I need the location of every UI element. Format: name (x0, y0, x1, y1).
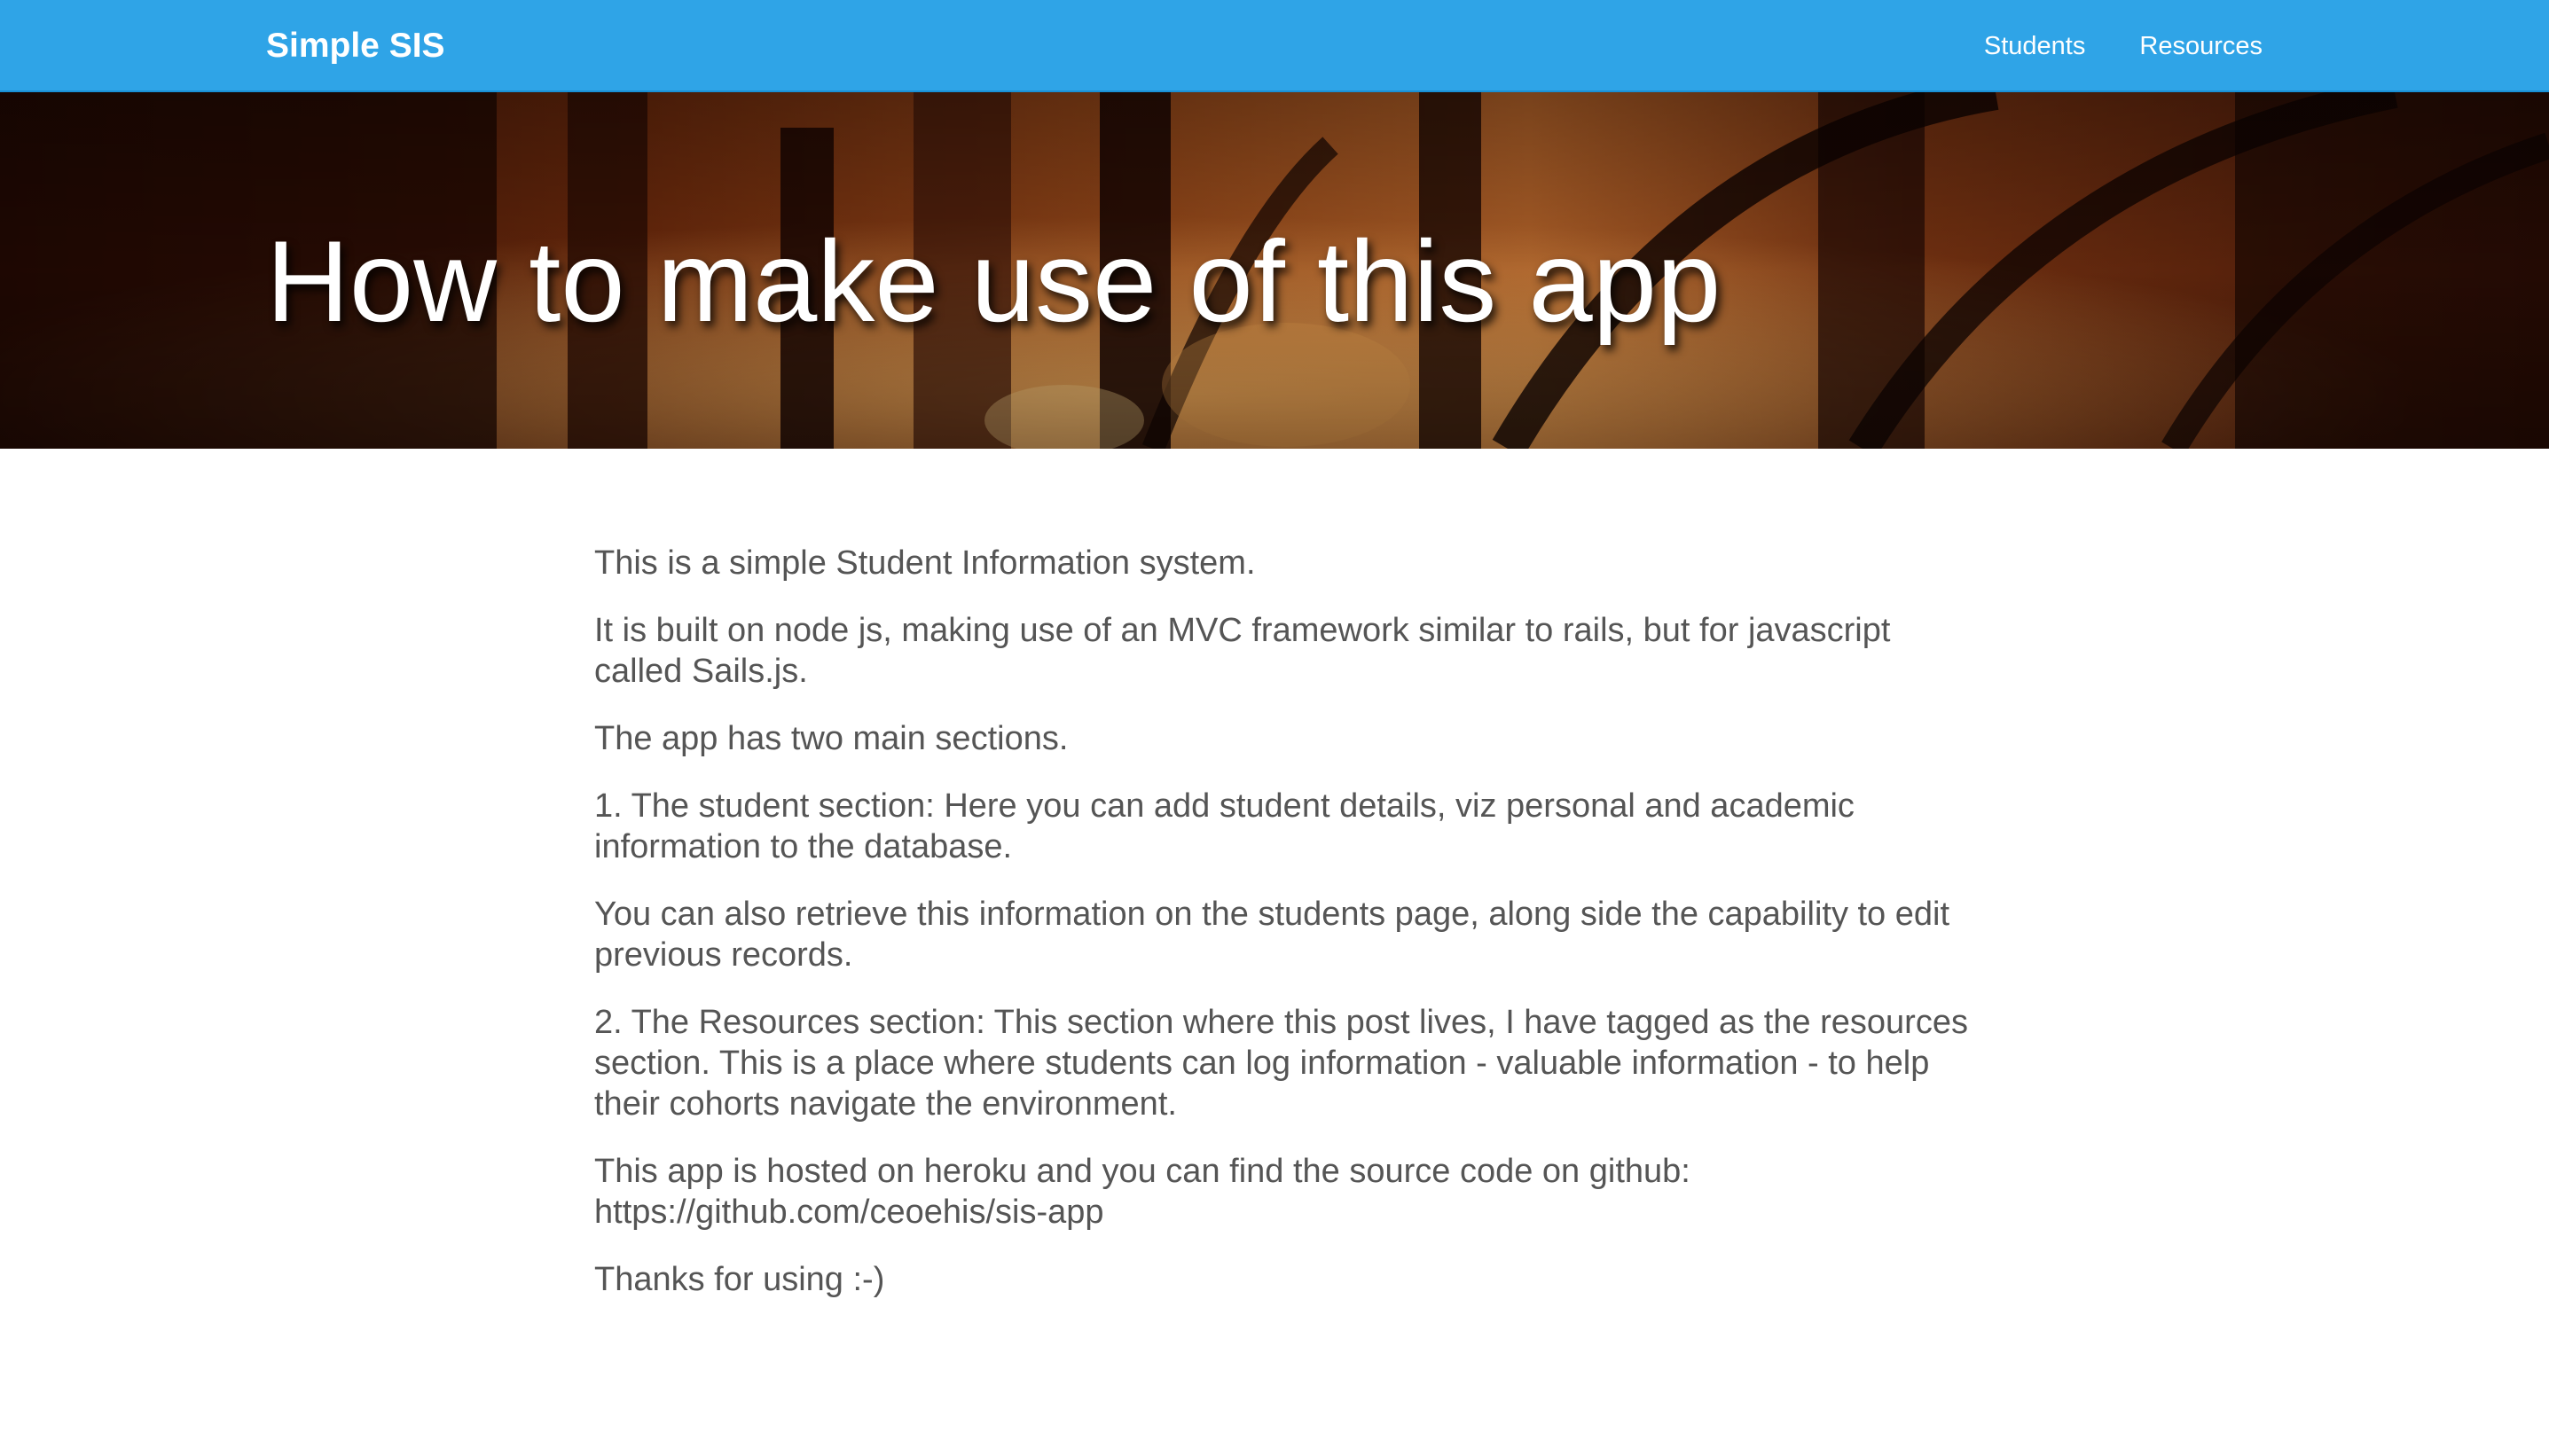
paragraph-resources-section: 2. The Resources section: This section w… (594, 1004, 1968, 1123)
paragraph-intro: This is a simple Student Information sys… (594, 544, 1256, 582)
paragraph-student-section: 1. The student section: Here you can add… (594, 787, 1855, 865)
paragraph-retrieve: You can also retrieve this information o… (594, 896, 1950, 974)
page-title: How to make use of this app (266, 216, 1722, 346)
nav-link-resources[interactable]: Resources (2139, 30, 2263, 62)
paragraph-thanks: Thanks for using :-) (594, 1261, 885, 1298)
article-content: This is a simple Student Information sys… (594, 543, 1978, 1327)
paragraph-sections: The app has two main sections. (594, 720, 1069, 757)
nav-link-students[interactable]: Students (1984, 30, 2085, 62)
brand-link[interactable]: Simple SIS (266, 27, 445, 66)
paragraph-framework: It is built on node js, making use of an… (594, 612, 1891, 690)
top-navbar: Simple SIS Students Resources (0, 0, 2549, 92)
nav-links: Students Resources (1984, 30, 2263, 62)
paragraph-hosting: This app is hosted on heroku and you can… (594, 1153, 1690, 1231)
hero-banner: How to make use of this app (0, 92, 2549, 449)
